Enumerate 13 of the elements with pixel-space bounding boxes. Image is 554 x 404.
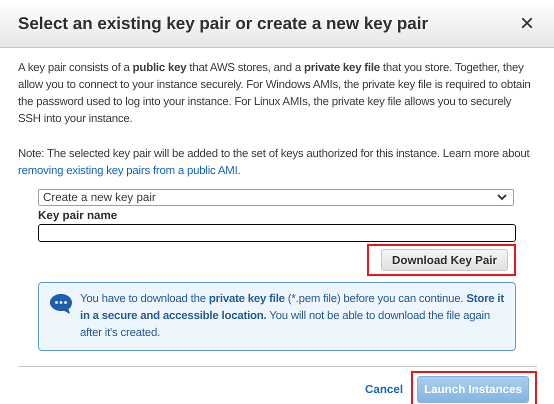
dialog-title: Select an existing key pair or create a new key pair — [18, 14, 428, 34]
chat-bubble-icon — [49, 293, 73, 315]
removing-key-pairs-link[interactable]: removing existing key pairs from a public AMI — [18, 165, 238, 177]
download-key-pair-button[interactable]: Download Key Pair — [380, 249, 508, 271]
info-text: You have to download the private key file (*.pem file) before you can continue. Store it in a secure and accessible location. You will not be able to download the file again after it's created. — [80, 292, 505, 341]
key-pair-dropdown[interactable]: Create a new key pair — [38, 189, 514, 206]
note-paragraph: Note: The selected key pair will be added to the set of keys authorized for this instance. Learn more about removing existing key pairs from a public AMI. — [18, 147, 531, 179]
chevron-down-icon — [497, 194, 507, 201]
key-pair-name-field[interactable] — [38, 224, 516, 242]
key-pair-name-label: Key pair name — [38, 209, 118, 222]
cancel-link[interactable]: Cancel — [365, 383, 404, 396]
close-button[interactable]: × — [518, 12, 536, 36]
intro-paragraph: A key pair consists of a public key that AWS stores, and a private key file that you store. Together, they allow you to connect to your instance securely. For Windows AMIs, the private key file is required to obtain the password used to log into your instance. For Linux AMIs, the private key file allows you to securely SSH into your instance. — [18, 61, 532, 127]
